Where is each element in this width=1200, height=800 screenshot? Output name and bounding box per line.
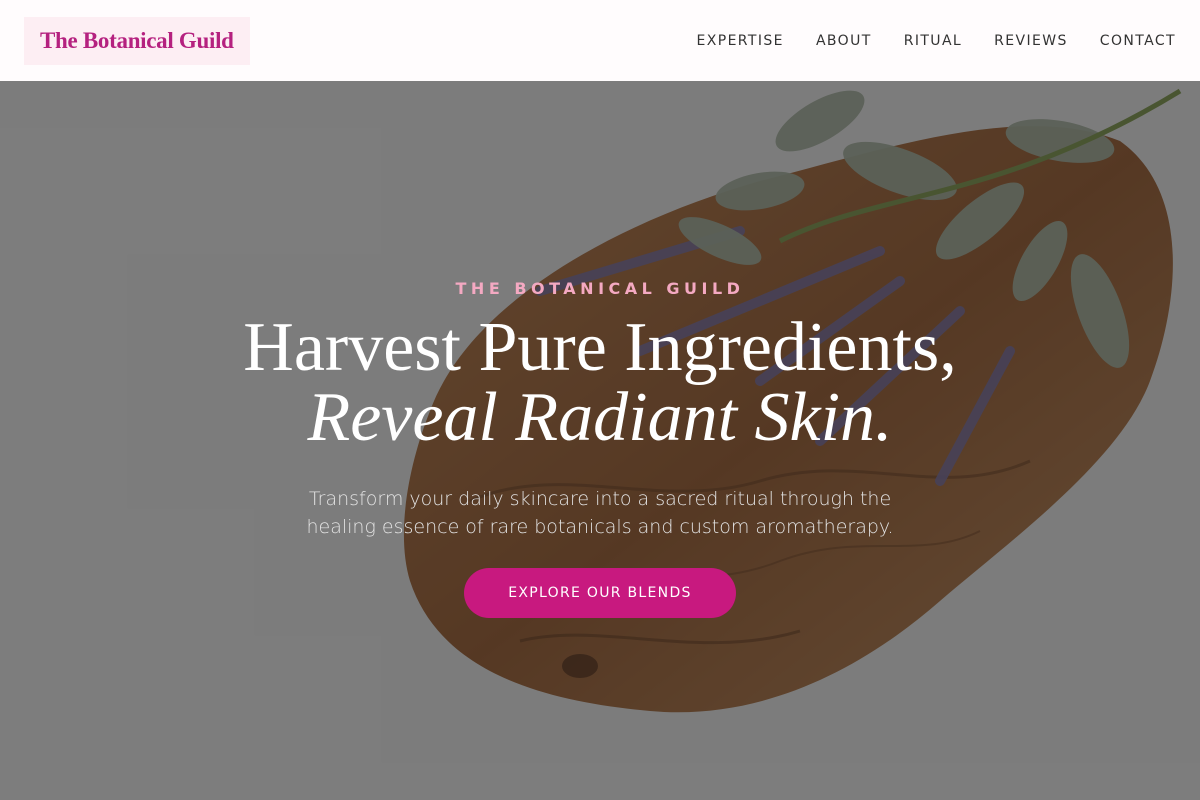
- main-nav: EXPERTISE ABOUT RITUAL REVIEWS CONTACT: [696, 33, 1176, 49]
- nav-expertise[interactable]: EXPERTISE: [696, 33, 783, 49]
- nav-contact[interactable]: CONTACT: [1100, 33, 1176, 49]
- nav-reviews[interactable]: REVIEWS: [994, 33, 1068, 49]
- site-logo[interactable]: The Botanical Guild: [24, 16, 250, 65]
- hero-eyebrow: THE BOTANICAL GUILD: [455, 279, 745, 298]
- hero-subtext: Transform your daily skincare into a sac…: [306, 488, 894, 538]
- hero-headline-line2: Reveal Radiant Skin.: [307, 379, 893, 456]
- hero-content: THE BOTANICAL GUILD Harvest Pure Ingredi…: [0, 81, 1200, 800]
- hero-headline: Harvest Pure Ingredients, Reveal Radiant…: [0, 313, 1200, 453]
- site-header: The Botanical Guild EXPERTISE ABOUT RITU…: [0, 0, 1200, 81]
- nav-ritual[interactable]: RITUAL: [904, 33, 962, 49]
- hero-headline-line1: Harvest Pure Ingredients,: [243, 309, 957, 386]
- hero-section: THE BOTANICAL GUILD Harvest Pure Ingredi…: [0, 81, 1200, 800]
- explore-blends-button[interactable]: EXPLORE OUR BLENDS: [464, 568, 736, 618]
- nav-about[interactable]: ABOUT: [816, 33, 872, 49]
